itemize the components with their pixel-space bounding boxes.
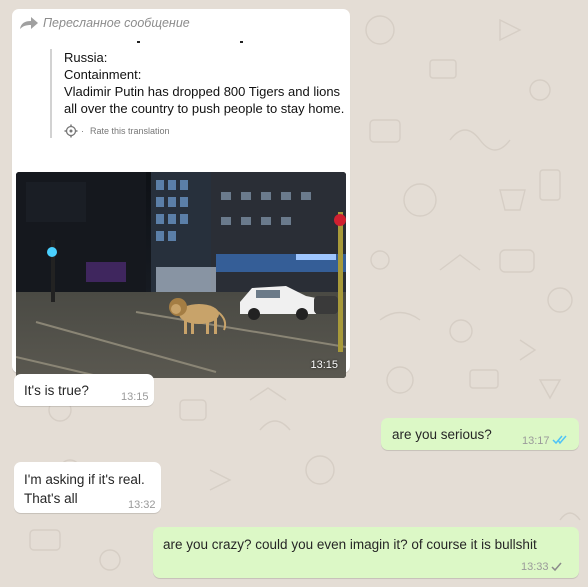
forwarded-header: Пересланное сообщение: [20, 15, 190, 31]
message-text: It's is true?: [24, 383, 89, 398]
single-check-icon: [551, 562, 562, 572]
message-text: I'm asking if it's real. That's all: [24, 472, 145, 506]
message-time: 13:17: [522, 435, 550, 447]
translate-label: Rate this translation: [90, 126, 170, 136]
photo-timestamp: 13:15: [310, 359, 338, 371]
message-time: 13:32: [128, 499, 156, 511]
cropped-text-fragment: [240, 41, 243, 43]
message-text: are you crazy? could you even imagin it?…: [163, 537, 537, 552]
message-bubble-outgoing[interactable]: are you crazy? could you even imagin it?…: [153, 527, 579, 578]
translate-row: · Rate this translation: [64, 124, 354, 138]
translate-gear-icon: [64, 124, 78, 138]
forward-arrow-icon: [20, 17, 38, 29]
lion-street-photo: [16, 172, 346, 378]
forwarded-label: Пересланное сообщение: [43, 16, 190, 30]
forwarded-photo[interactable]: 13:15: [16, 172, 346, 378]
tweet-text: Russia: Containment: Vladimir Putin has …: [64, 50, 345, 116]
message-text: are you serious?: [392, 427, 492, 442]
cropped-text-fragment: [137, 41, 140, 43]
message-bubble-incoming[interactable]: It's is true? 13:15: [14, 374, 154, 406]
message-bubble-incoming[interactable]: I'm asking if it's real. That's all 13:3…: [14, 462, 161, 513]
message-time: 13:15: [121, 391, 149, 403]
forwarded-message-bubble[interactable]: Пересланное сообщение Russia: Containmen…: [12, 9, 350, 378]
message-time: 13:33: [521, 561, 549, 573]
double-check-read-icon: [552, 435, 567, 445]
forwarded-tweet: Russia: Containment: Vladimir Putin has …: [50, 49, 354, 138]
message-bubble-outgoing[interactable]: are you serious? 13:17: [381, 418, 579, 450]
